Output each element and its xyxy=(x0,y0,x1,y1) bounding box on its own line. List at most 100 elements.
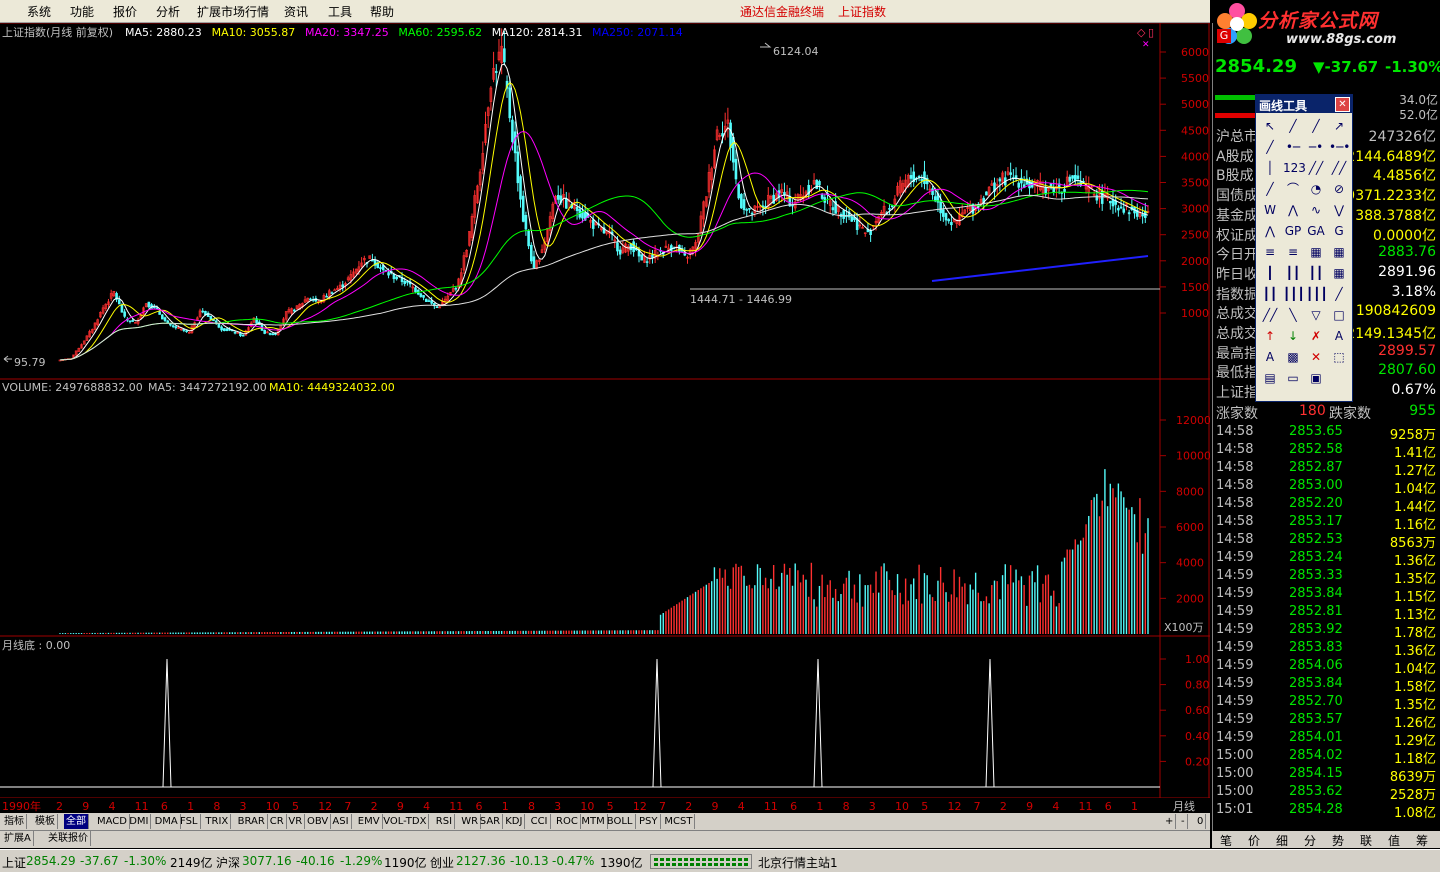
quote-tab-2[interactable]: 细 xyxy=(1276,832,1288,849)
draw-tool-button[interactable]: ↑ xyxy=(1260,327,1280,345)
indicator-tab-sar[interactable]: SAR xyxy=(478,814,504,829)
draw-tool-button[interactable]: GA xyxy=(1306,222,1326,240)
menu-info[interactable]: 资讯 xyxy=(284,3,308,20)
menu-analysis[interactable]: 分析 xyxy=(156,3,180,20)
draw-tool-button[interactable]: ┃┃ xyxy=(1283,264,1303,282)
quote-tab-0[interactable]: 笔 xyxy=(1220,832,1232,849)
draw-tool-button[interactable]: ✕ xyxy=(1306,348,1326,366)
indicator-tab-指标[interactable]: 指标 xyxy=(2,814,27,829)
zoom-control-1[interactable]: - xyxy=(1179,814,1188,829)
quote-tab-6[interactable]: 值 xyxy=(1388,832,1400,849)
tab-related-quote[interactable]: 关联报价 xyxy=(46,831,91,846)
indicator-tab-brar[interactable]: BRAR xyxy=(236,814,268,829)
menu-function[interactable]: 功能 xyxy=(70,3,94,20)
draw-tool-button[interactable]: ⬚ xyxy=(1329,348,1349,366)
draw-tool-button[interactable]: □ xyxy=(1329,306,1349,324)
draw-tool-button[interactable]: G xyxy=(1329,222,1349,240)
indicator-tab-vol-tdx[interactable]: VOL-TDX xyxy=(381,814,430,829)
tab-extended-a[interactable]: 扩展A xyxy=(2,831,34,846)
drawing-toolbox-titlebar[interactable]: 画线工具 ✕ xyxy=(1256,95,1352,113)
draw-tool-button[interactable]: ✗ xyxy=(1306,327,1326,345)
indicator-tab-模板[interactable]: 模板 xyxy=(33,814,58,829)
chart-area[interactable]: 6000 5500 5000 4500 4000 3500 3000 2500 2000 1500… xyxy=(0,22,1211,799)
code-badge[interactable]: G xyxy=(1217,29,1231,43)
draw-tool-button[interactable]: ╱╱ xyxy=(1260,306,1280,324)
menu-tools[interactable]: 工具 xyxy=(328,3,352,20)
draw-tool-button[interactable]: ┃┃ xyxy=(1306,264,1326,282)
draw-tool-button[interactable]: ≡ xyxy=(1260,243,1280,261)
draw-tool-button[interactable]: ┃┃┃ xyxy=(1283,285,1305,303)
indicator-tab-cr[interactable]: CR xyxy=(268,814,287,829)
draw-tool-button[interactable]: ⋁ xyxy=(1329,201,1349,219)
indicator-tab-mtm[interactable]: MTM xyxy=(579,814,608,829)
draw-tool-button[interactable]: ╱╱ xyxy=(1329,159,1349,177)
indicator-tab-cci[interactable]: CCI xyxy=(529,814,551,829)
draw-tool-button[interactable]: ⋀ xyxy=(1260,222,1280,240)
indicator-tab-全部[interactable]: 全部 xyxy=(64,814,89,829)
indicator-tab-mcst[interactable]: MCST xyxy=(662,814,696,829)
draw-tool-button[interactable]: ╲ xyxy=(1283,306,1303,324)
indicator-tab-psy[interactable]: PSY xyxy=(637,814,661,829)
close-icon[interactable]: ✕ xyxy=(1335,97,1350,112)
indicator-tab-macd[interactable]: MACD xyxy=(95,814,130,829)
quote-tab-7[interactable]: 筹 xyxy=(1416,832,1428,849)
draw-tool-button[interactable]: •─• xyxy=(1329,138,1350,156)
draw-tool-button[interactable]: │ xyxy=(1260,159,1280,177)
menu-system[interactable]: 系统 xyxy=(27,3,51,20)
indicator-tab-trix[interactable]: TRIX xyxy=(203,814,232,829)
draw-tool-button[interactable]: ┃┃┃ xyxy=(1306,285,1328,303)
draw-tool-button[interactable]: ╱ xyxy=(1283,117,1303,135)
indicator-tab-roc[interactable]: ROC xyxy=(554,814,581,829)
draw-tool-button[interactable]: ⊘ xyxy=(1329,180,1349,198)
quote-tab-4[interactable]: 势 xyxy=(1332,832,1344,849)
blue-trend-line[interactable] xyxy=(931,255,1149,282)
zoom-control-0[interactable]: + xyxy=(1163,814,1177,829)
draw-tool-button[interactable]: ⌒ xyxy=(1283,180,1303,198)
draw-tool-button[interactable]: ╱ xyxy=(1306,117,1326,135)
kline-chart[interactable]: 6000 5500 5000 4500 4000 3500 3000 2500 2000 1500… xyxy=(0,22,1211,799)
indicator-tab-obv[interactable]: OBV xyxy=(305,814,332,829)
draw-tool-button[interactable]: ≡ xyxy=(1283,243,1303,261)
draw-tool-button[interactable]: ┃┃ xyxy=(1260,285,1280,303)
draw-tool-button[interactable]: ╱ xyxy=(1329,285,1349,303)
draw-tool-button[interactable]: GP xyxy=(1283,222,1303,240)
draw-tool-button[interactable]: ┃ xyxy=(1260,264,1280,282)
draw-tool-button[interactable]: ▭ xyxy=(1283,369,1303,387)
draw-tool-button[interactable]: ╱╱ xyxy=(1306,159,1326,177)
menu-quote[interactable]: 报价 xyxy=(113,3,137,20)
draw-tool-button[interactable]: ↖ xyxy=(1260,117,1280,135)
quote-tab-1[interactable]: 价 xyxy=(1248,832,1260,849)
indicator-tab-boll[interactable]: BOLL xyxy=(605,814,636,829)
drawing-toolbox[interactable]: 画线工具 ✕ ↖ ╱ ╱ ↗ ╱ •─ ─• •─• │ 123 ╱╱ ╱╱ ╱ ⌒ ◔ ⊘ W ⋀ ∿ ⋁ ⋀ GP GA… xyxy=(1255,94,1353,402)
draw-tool-button[interactable]: ↓ xyxy=(1283,327,1303,345)
draw-tool-button[interactable]: ▩ xyxy=(1283,348,1303,366)
draw-tool-button[interactable]: ▣ xyxy=(1306,369,1326,387)
draw-tool-button[interactable]: A xyxy=(1329,327,1349,345)
indicator-tab-emv[interactable]: EMV xyxy=(356,814,383,829)
draw-tool-button[interactable]: ─• xyxy=(1306,138,1326,156)
draw-tool-button[interactable]: 123 xyxy=(1283,159,1306,177)
quote-tab-3[interactable]: 分 xyxy=(1304,832,1316,849)
draw-tool-button[interactable]: ▦ xyxy=(1329,243,1349,261)
indicator-tab-dmi[interactable]: DMI xyxy=(127,814,152,829)
server-name[interactable]: 北京行情主站1 xyxy=(758,854,838,871)
draw-tool-button[interactable]: •─ xyxy=(1283,138,1303,156)
indicator-tab-fsl[interactable]: FSL xyxy=(178,814,201,829)
draw-tool-button[interactable]: ◔ xyxy=(1306,180,1326,198)
draw-tool-button[interactable]: W xyxy=(1260,201,1280,219)
draw-tool-button[interactable]: ╱ xyxy=(1260,138,1280,156)
indicator-tab-dma[interactable]: DMA xyxy=(153,814,181,829)
draw-tool-button[interactable]: ▦ xyxy=(1306,243,1326,261)
draw-tool-button[interactable]: A xyxy=(1260,348,1280,366)
draw-tool-button[interactable]: ▽ xyxy=(1306,306,1326,324)
draw-tool-button[interactable]: ⋀ xyxy=(1283,201,1303,219)
quote-tab-5[interactable]: 联 xyxy=(1360,832,1372,849)
menu-help[interactable]: 帮助 xyxy=(370,3,394,20)
period-label[interactable]: 月线 xyxy=(1173,798,1195,814)
indicator-tab-kdj[interactable]: KDJ xyxy=(503,814,526,829)
draw-tool-button[interactable]: ▦ xyxy=(1329,264,1349,282)
draw-tool-button[interactable]: ▤ xyxy=(1260,369,1280,387)
indicator-tab-vr[interactable]: VR xyxy=(286,814,306,829)
indicator-tab-asi[interactable]: ASI xyxy=(330,814,352,829)
draw-tool-button[interactable]: ∿ xyxy=(1306,201,1326,219)
